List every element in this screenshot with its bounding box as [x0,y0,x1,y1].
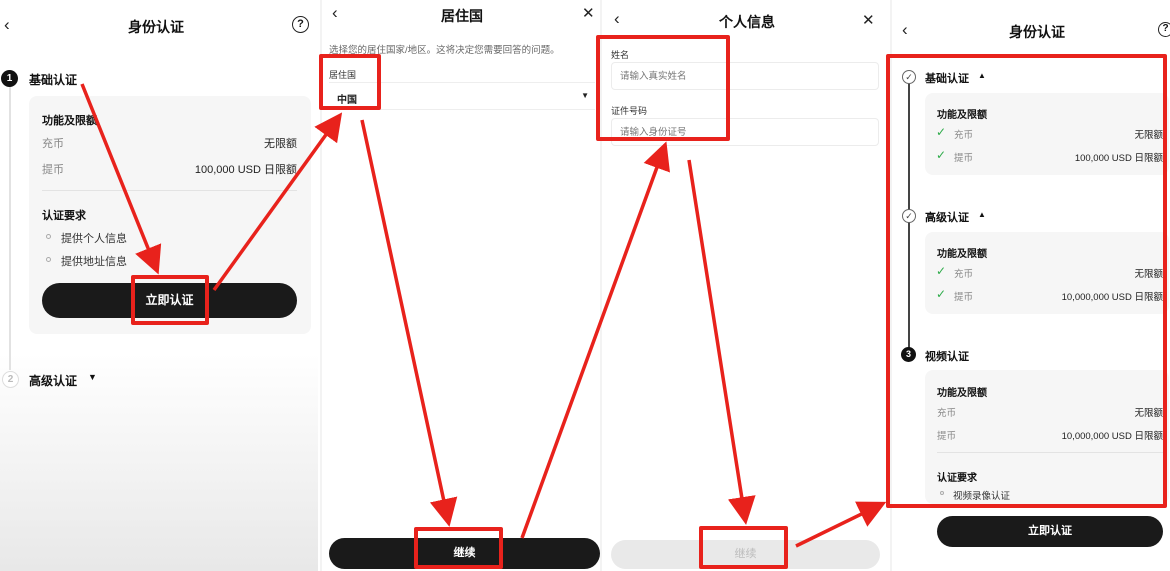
caret-up-icon[interactable]: ▲ [978,210,986,219]
withdraw-value: 100,000 USD 日限额 [194,164,297,176]
name-label: 姓名 [611,50,630,60]
continue-button[interactable]: 继续 [329,538,600,569]
divider [42,190,297,191]
requirement-item: 视频录像认证 [953,491,1011,502]
check-icon: ✓ [936,287,947,301]
name-input[interactable] [611,62,879,90]
withdraw-value: 100,000 USD 日限额 [1074,153,1163,164]
id-number-input[interactable] [611,118,879,146]
features-title: 功能及限额 [42,115,97,127]
requirement-item: 提供地址信息 [61,256,127,268]
page-title: 个人信息 [719,14,775,30]
requirements-title: 认证要求 [937,473,977,484]
page-title: 身份认证 [1009,24,1065,40]
basic-features-card: 功能及限额 ✓ 充币 无限额 ✓ 提币 100,000 USD 日限额 [925,93,1169,175]
dropdown-arrow-icon: ▼ [581,91,589,100]
screen-identity-verification-levels: ‹ 身份认证 ? ✓ 基础认证 ▲ 功能及限额 ✓ 充币 无限额 ✓ 提币 10… [890,0,1170,571]
caret-up-icon[interactable]: ▲ [978,71,986,80]
caret-down-icon[interactable]: ▼ [88,372,97,382]
step-1-number: 1 [1,70,18,87]
divider [937,452,1163,453]
close-icon[interactable]: ✕ [862,12,875,29]
deposit-label: 充币 [42,138,64,150]
page-title: 居住国 [441,8,483,24]
screen-personal-information: ‹ 个人信息 ✕ 姓名 证件号码 继续 [600,0,890,571]
video-features-card: 功能及限额 充币 无限额 提币 10,000,000 USD 日限额 认证要求 … [925,370,1169,504]
description-text: 选择您的居住国家/地区。这将决定您需要回答的问题。 [329,45,560,56]
features-title: 功能及限额 [937,110,987,121]
deposit-label: 充币 [937,408,957,419]
deposit-label: 充币 [954,130,974,141]
deposit-value: 无限额 [1134,269,1163,280]
requirement-item: 提供个人信息 [61,233,127,245]
step-complete-icon: ✓ [902,209,916,223]
bullet-icon [940,491,944,495]
step-complete-icon: ✓ [902,70,916,84]
verify-now-button[interactable]: 立即认证 [42,283,297,318]
continue-button-disabled[interactable]: 继续 [611,540,880,569]
basic-verification-label: 基础认证 [925,73,969,85]
withdraw-label: 提币 [42,164,64,176]
check-icon: ✓ [936,264,947,278]
features-title: 功能及限额 [937,388,987,399]
bullet-icon [46,234,51,239]
check-icon: ✓ [936,148,947,162]
advanced-features-card: 功能及限额 ✓ 充币 无限额 ✓ 提币 10,000,000 USD 日限额 [925,232,1169,314]
verify-now-button[interactable]: 立即认证 [937,516,1163,547]
country-label: 居住国 [329,70,357,80]
country-select[interactable]: 中国 ▼ [329,82,595,110]
help-icon[interactable]: ? [292,16,309,33]
step-1-label: 基础认证 [29,73,78,87]
bullet-icon [46,257,51,262]
deposit-value: 无限额 [1134,130,1163,141]
screen-country-of-residence: ‹ 居住国 ✕ 选择您的居住国家/地区。这将决定您需要回答的问题。 居住国 中国… [320,0,600,571]
withdraw-label: 提币 [954,292,974,303]
withdraw-label: 提币 [937,431,957,442]
screen-identity-verification: ‹ 身份认证 ? 1 基础认证 功能及限额 充币 无限额 提币 100,000 … [0,0,318,571]
requirements-title: 认证要求 [42,210,86,222]
step-2-number: 2 [2,371,19,388]
withdraw-label: 提币 [954,153,974,164]
video-verification-label: 视频认证 [925,351,969,363]
features-title: 功能及限额 [937,249,987,260]
deposit-value: 无限额 [264,138,297,150]
id-number-label: 证件号码 [611,106,648,116]
country-value: 中国 [337,95,357,106]
withdraw-value: 10,000,000 USD 日限额 [1061,292,1163,303]
advanced-verification-label: 高级认证 [925,212,969,224]
help-icon[interactable]: ? [1158,22,1170,37]
close-icon[interactable]: ✕ [582,5,595,22]
deposit-label: 充币 [954,269,974,280]
deposit-value: 无限额 [1134,408,1163,419]
step-2-label[interactable]: 高级认证 [29,372,77,389]
check-icon: ✓ [936,125,947,139]
withdraw-value: 10,000,000 USD 日限额 [1061,431,1163,442]
basic-verification-card: 功能及限额 充币 无限额 提币 100,000 USD 日限额 认证要求 提供个… [29,96,311,334]
step-3-number: 3 [901,347,916,362]
page-title: 身份认证 [128,19,184,35]
